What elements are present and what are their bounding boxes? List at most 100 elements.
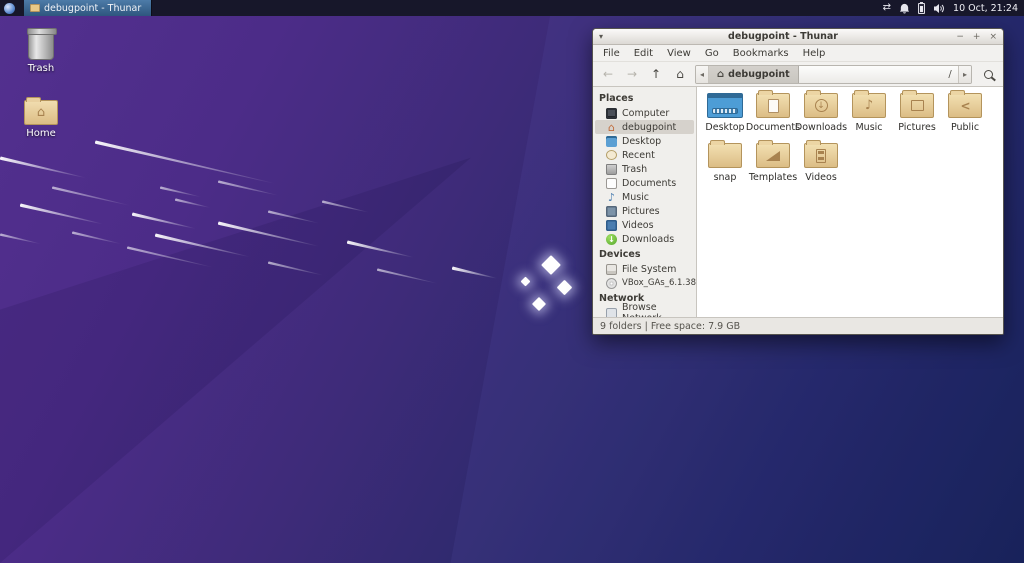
menu-bookmarks[interactable]: Bookmarks xyxy=(727,47,795,60)
maximize-button[interactable]: + xyxy=(973,32,981,42)
sidebar-item-label: Computer xyxy=(622,107,670,119)
computer-icon xyxy=(606,107,617,119)
picture-icon xyxy=(606,205,617,217)
menu-file[interactable]: File xyxy=(597,47,626,60)
panel-clock[interactable]: 10 Oct, 21:24 xyxy=(953,3,1018,14)
network-icon[interactable]: ⇄ xyxy=(883,0,891,16)
statusbar: 9 folders | Free space: 7.9 GB xyxy=(593,317,1003,334)
volume-icon[interactable] xyxy=(933,3,945,14)
comet-streak xyxy=(0,233,41,245)
home-button[interactable]: ⌂ xyxy=(669,65,691,84)
sidebar-section-places: Places xyxy=(599,93,634,104)
desktop-icon-trash[interactable]: Trash xyxy=(9,28,73,74)
sidebar-item-file-system[interactable]: File System xyxy=(593,262,696,276)
back-button[interactable]: ← xyxy=(597,65,619,84)
file-templates[interactable]: Templates xyxy=(748,140,798,183)
battery-icon[interactable] xyxy=(918,1,926,14)
window-menu-icon[interactable]: ▾ xyxy=(599,32,613,41)
sidebar-item-label: Documents xyxy=(622,177,677,189)
sidebar-item-music[interactable]: ♪ Music xyxy=(593,190,696,204)
top-panel: debugpoint - Thunar ⇄ 10 Oct, 21:24 xyxy=(0,0,1024,16)
comet-streak xyxy=(72,231,121,245)
sidebar-item-trash[interactable]: Trash xyxy=(593,162,696,176)
videos-folder-icon xyxy=(804,140,838,168)
file-videos[interactable]: Videos xyxy=(797,140,845,183)
pictures-folder-icon xyxy=(900,90,934,118)
file-label: snap xyxy=(713,172,737,183)
comet-streak xyxy=(20,203,104,226)
file-pictures[interactable]: Pictures xyxy=(893,90,941,133)
sidebar-item-label: Desktop xyxy=(622,135,662,147)
forward-button[interactable]: → xyxy=(621,65,643,84)
sidebar-item-label: Music xyxy=(622,191,650,203)
documents-folder-icon xyxy=(756,90,790,118)
titlebar[interactable]: ▾ debugpoint - Thunar − + × xyxy=(593,29,1003,45)
file-public[interactable]: < Public xyxy=(941,90,989,133)
thunar-window: ▾ debugpoint - Thunar − + × File Edit Vi… xyxy=(592,28,1004,335)
desktop-icon-label: Home xyxy=(26,128,56,139)
file-view[interactable]: Desktop Documents ↓ Downloads ♪ Music Pi… xyxy=(697,87,1003,317)
path-button-debugpoint[interactable]: ⌂ debugpoint xyxy=(709,65,799,83)
sidebar-item-label: Downloads xyxy=(622,233,675,245)
minimize-button[interactable]: − xyxy=(956,32,964,42)
path-bar: ◂ ⌂ debugpoint / ▸ xyxy=(695,64,972,84)
sidebar-item-videos[interactable]: Videos xyxy=(593,218,696,232)
home-icon: ⌂ xyxy=(717,68,725,80)
notification-bell-icon[interactable] xyxy=(899,2,910,14)
search-icon xyxy=(983,69,993,79)
sidebar-item-vbox-gas[interactable]: VBox_GAs_6.1.38 ▴ xyxy=(593,276,696,290)
trash-icon xyxy=(606,163,617,175)
desktop-icon-home[interactable]: ⌂ Home xyxy=(9,97,73,139)
comet-streak xyxy=(377,268,438,285)
file-label: Templates xyxy=(748,172,798,183)
sidebar-item-downloads[interactable]: ↓ Downloads xyxy=(593,232,696,246)
templates-folder-icon xyxy=(756,140,790,168)
path-scroll-left-icon[interactable]: ◂ xyxy=(696,65,709,83)
menu-help[interactable]: Help xyxy=(797,47,832,60)
sidebar: Places Computer ⌂ debugpoint Desktop Rec… xyxy=(593,87,697,317)
file-label: Documents xyxy=(745,122,801,133)
video-icon xyxy=(606,219,617,231)
sidebar-item-documents[interactable]: Documents xyxy=(593,176,696,190)
file-snap[interactable]: snap xyxy=(701,140,749,183)
sidebar-item-label: File System xyxy=(622,263,677,275)
file-downloads[interactable]: ↓ Downloads xyxy=(795,90,847,133)
sidebar-item-label: Recent xyxy=(622,149,655,161)
plain-folder-icon xyxy=(708,140,742,168)
disc-icon xyxy=(606,277,617,289)
sidebar-item-browse-network[interactable]: Browse Network xyxy=(593,302,696,317)
desktop-folder-icon xyxy=(707,93,743,118)
file-documents[interactable]: Documents xyxy=(745,90,801,133)
file-desktop[interactable]: Desktop xyxy=(701,93,749,133)
sidebar-item-label: Trash xyxy=(622,163,648,175)
system-tray: ⇄ 10 Oct, 21:24 xyxy=(883,0,1024,16)
close-button[interactable]: × xyxy=(989,32,997,42)
comet-streak xyxy=(175,198,211,209)
sidebar-item-pictures[interactable]: Pictures xyxy=(593,204,696,218)
menu-view[interactable]: View xyxy=(661,47,697,60)
comet-streak xyxy=(0,156,86,180)
menu-edit[interactable]: Edit xyxy=(628,47,659,60)
home-icon: ⌂ xyxy=(608,120,615,134)
sidebar-item-debugpoint[interactable]: ⌂ debugpoint xyxy=(595,120,694,134)
task-button[interactable]: debugpoint - Thunar xyxy=(24,0,153,16)
sidebar-item-computer[interactable]: Computer xyxy=(593,106,696,120)
toolbar: ← → ↑ ⌂ ◂ ⌂ debugpoint / ▸ xyxy=(593,62,1003,87)
file-label: Pictures xyxy=(898,122,936,133)
network-icon xyxy=(606,307,617,317)
sidebar-item-recent[interactable]: Recent xyxy=(593,148,696,162)
file-label: Music xyxy=(855,122,883,133)
file-music[interactable]: ♪ Music xyxy=(845,90,893,133)
desktop-icon-label: Trash xyxy=(27,63,55,74)
search-button[interactable] xyxy=(977,65,999,84)
sidebar-item-desktop[interactable]: Desktop xyxy=(593,134,696,148)
app-launcher-icon[interactable] xyxy=(4,2,15,14)
home-folder-icon: ⌂ xyxy=(24,97,58,125)
menu-go[interactable]: Go xyxy=(699,47,725,60)
edit-path-icon[interactable]: / xyxy=(942,69,958,80)
comet-streak xyxy=(52,186,131,207)
trash-icon xyxy=(27,28,57,60)
path-scroll-right-icon[interactable]: ▸ xyxy=(958,65,971,83)
up-button[interactable]: ↑ xyxy=(645,65,667,84)
clock-icon xyxy=(606,150,617,160)
